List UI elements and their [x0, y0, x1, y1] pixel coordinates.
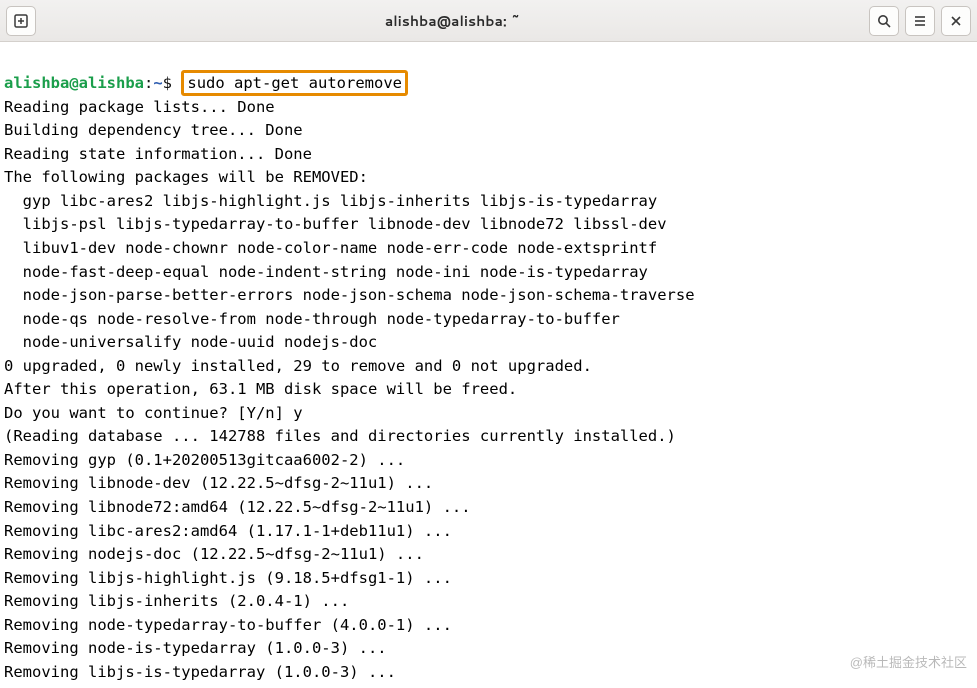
search-icon [876, 13, 892, 29]
output-line: Removing nodejs-doc (12.22.5~dfsg-2~11u1… [4, 543, 973, 567]
output-before-packages: Reading package lists... DoneBuilding de… [4, 96, 973, 190]
output-line: After this operation, 63.1 MB disk space… [4, 378, 973, 402]
command-highlight: sudo apt-get autoremove [181, 70, 408, 96]
prompt-dollar: $ [163, 74, 172, 92]
output-line: Removing libc-ares2:amd64 (1.17.1-1+deb1… [4, 520, 973, 544]
output-line: Removing libjs-highlight.js (9.18.5+dfsg… [4, 567, 973, 591]
package-line: node-json-parse-better-errors node-json-… [4, 284, 973, 308]
output-line: Reading state information... Done [4, 143, 973, 167]
new-tab-icon [13, 13, 29, 29]
package-line: libjs-psl libjs-typedarray-to-buffer lib… [4, 213, 973, 237]
output-line: Building dependency tree... Done [4, 119, 973, 143]
output-after-packages: 0 upgraded, 0 newly installed, 29 to rem… [4, 355, 973, 685]
output-line: Removing libjs-inherits (2.0.4-1) ... [4, 590, 973, 614]
window-title: alishba@alishba: ~ [40, 11, 865, 31]
output-line: Removing libnode72:amd64 (12.22.5~dfsg-2… [4, 496, 973, 520]
output-line: Removing libnode-dev (12.22.5~dfsg-2~11u… [4, 472, 973, 496]
terminal-viewport[interactable]: alishba@alishba:~$ sudo apt-get autoremo… [0, 42, 977, 688]
output-line: The following packages will be REMOVED: [4, 166, 973, 190]
close-icon [948, 13, 964, 29]
output-packages-block: gyp libc-ares2 libjs-highlight.js libjs-… [4, 190, 973, 355]
prompt-sep: : [144, 74, 153, 92]
hamburger-icon [912, 13, 928, 29]
output-line: (Reading database ... 142788 files and d… [4, 425, 973, 449]
search-button[interactable] [869, 6, 899, 36]
prompt-path: ~ [153, 74, 162, 92]
package-line: node-universalify node-uuid nodejs-doc [4, 331, 973, 355]
output-line: 0 upgraded, 0 newly installed, 29 to rem… [4, 355, 973, 379]
prompt-line: alishba@alishba:~$ sudo apt-get autoremo… [4, 74, 408, 92]
package-line: libuv1-dev node-chownr node-color-name n… [4, 237, 973, 261]
new-tab-button[interactable] [6, 6, 36, 36]
output-line: Removing libjs-is-typedarray (1.0.0-3) .… [4, 661, 973, 685]
package-line: gyp libc-ares2 libjs-highlight.js libjs-… [4, 190, 973, 214]
package-line: node-fast-deep-equal node-indent-string … [4, 261, 973, 285]
prompt-user-host: alishba@alishba [4, 74, 144, 92]
output-line: Removing node-typedarray-to-buffer (4.0.… [4, 614, 973, 638]
menu-button[interactable] [905, 6, 935, 36]
output-line: Reading package lists... Done [4, 96, 973, 120]
output-line: Removing node-is-typedarray (1.0.0-3) ..… [4, 637, 973, 661]
output-line: Do you want to continue? [Y/n] y [4, 402, 973, 426]
output-line: Removing gyp (0.1+20200513gitcaa6002-2) … [4, 449, 973, 473]
package-line: node-qs node-resolve-from node-through n… [4, 308, 973, 332]
window-titlebar: alishba@alishba: ~ [0, 0, 977, 42]
close-button[interactable] [941, 6, 971, 36]
